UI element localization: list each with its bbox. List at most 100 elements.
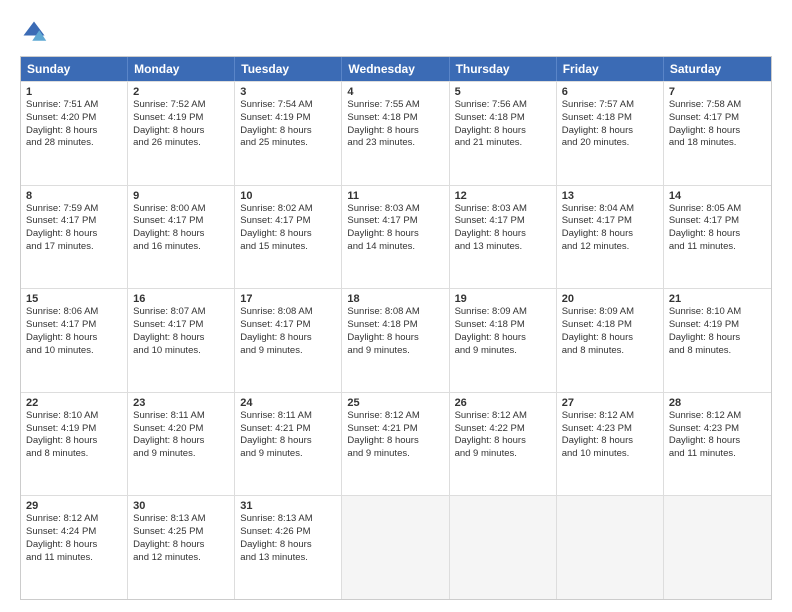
cell-line: and 9 minutes. [347, 345, 443, 358]
cell-line: Daylight: 8 hours [562, 435, 658, 448]
calendar-cell: 23Sunrise: 8:11 AMSunset: 4:20 PMDayligh… [128, 393, 235, 496]
day-number: 25 [347, 397, 443, 409]
calendar-cell: 28Sunrise: 8:12 AMSunset: 4:23 PMDayligh… [664, 393, 771, 496]
calendar-cell: 29Sunrise: 8:12 AMSunset: 4:24 PMDayligh… [21, 496, 128, 599]
cell-line: Daylight: 8 hours [26, 125, 122, 138]
calendar-header-cell: Monday [128, 57, 235, 81]
calendar-cell: 18Sunrise: 8:08 AMSunset: 4:18 PMDayligh… [342, 289, 449, 392]
cell-line: Sunset: 4:17 PM [562, 215, 658, 228]
cell-line: Sunset: 4:17 PM [133, 319, 229, 332]
calendar-cell: 17Sunrise: 8:08 AMSunset: 4:17 PMDayligh… [235, 289, 342, 392]
cell-line: Daylight: 8 hours [26, 228, 122, 241]
cell-line: Sunset: 4:17 PM [455, 215, 551, 228]
calendar-cell: 10Sunrise: 8:02 AMSunset: 4:17 PMDayligh… [235, 186, 342, 289]
cell-line: Daylight: 8 hours [455, 125, 551, 138]
cell-line: and 9 minutes. [240, 448, 336, 461]
calendar-row: 1Sunrise: 7:51 AMSunset: 4:20 PMDaylight… [21, 81, 771, 185]
calendar-header-cell: Saturday [664, 57, 771, 81]
cell-line: Sunrise: 8:12 AM [669, 410, 766, 423]
cell-line: Daylight: 8 hours [26, 539, 122, 552]
day-number: 23 [133, 397, 229, 409]
cell-line: Sunrise: 8:12 AM [455, 410, 551, 423]
cell-line: Daylight: 8 hours [347, 435, 443, 448]
cell-line: Daylight: 8 hours [240, 435, 336, 448]
cell-line: Daylight: 8 hours [562, 125, 658, 138]
cell-line: Sunset: 4:18 PM [562, 112, 658, 125]
cell-line: and 21 minutes. [455, 137, 551, 150]
cell-line: and 8 minutes. [669, 345, 766, 358]
calendar-cell [342, 496, 449, 599]
day-number: 24 [240, 397, 336, 409]
calendar-cell: 8Sunrise: 7:59 AMSunset: 4:17 PMDaylight… [21, 186, 128, 289]
cell-line: and 13 minutes. [240, 552, 336, 565]
cell-line: and 11 minutes. [669, 448, 766, 461]
calendar-cell: 9Sunrise: 8:00 AMSunset: 4:17 PMDaylight… [128, 186, 235, 289]
cell-line: and 10 minutes. [133, 345, 229, 358]
cell-line: Daylight: 8 hours [133, 332, 229, 345]
cell-line: Sunrise: 7:59 AM [26, 203, 122, 216]
cell-line: Sunrise: 8:02 AM [240, 203, 336, 216]
day-number: 14 [669, 190, 766, 202]
cell-line: Sunset: 4:24 PM [26, 526, 122, 539]
cell-line: and 13 minutes. [455, 241, 551, 254]
cell-line: and 23 minutes. [347, 137, 443, 150]
cell-line: Daylight: 8 hours [26, 332, 122, 345]
cell-line: and 11 minutes. [669, 241, 766, 254]
cell-line: Sunset: 4:17 PM [133, 215, 229, 228]
cell-line: and 10 minutes. [562, 448, 658, 461]
calendar: SundayMondayTuesdayWednesdayThursdayFrid… [20, 56, 772, 600]
cell-line: Sunset: 4:20 PM [26, 112, 122, 125]
cell-line: Daylight: 8 hours [26, 435, 122, 448]
cell-line: Daylight: 8 hours [669, 125, 766, 138]
cell-line: Sunset: 4:18 PM [455, 112, 551, 125]
day-number: 13 [562, 190, 658, 202]
day-number: 18 [347, 293, 443, 305]
calendar-cell: 25Sunrise: 8:12 AMSunset: 4:21 PMDayligh… [342, 393, 449, 496]
cell-line: Sunset: 4:21 PM [240, 423, 336, 436]
header [20, 18, 772, 46]
calendar-header-cell: Tuesday [235, 57, 342, 81]
calendar-cell [557, 496, 664, 599]
cell-line: and 12 minutes. [562, 241, 658, 254]
cell-line: Sunset: 4:19 PM [133, 112, 229, 125]
cell-line: Sunrise: 7:57 AM [562, 99, 658, 112]
calendar-header-cell: Sunday [21, 57, 128, 81]
calendar-cell: 19Sunrise: 8:09 AMSunset: 4:18 PMDayligh… [450, 289, 557, 392]
cell-line: and 26 minutes. [133, 137, 229, 150]
cell-line: Daylight: 8 hours [133, 539, 229, 552]
cell-line: Daylight: 8 hours [347, 125, 443, 138]
cell-line: Sunset: 4:20 PM [133, 423, 229, 436]
cell-line: Sunset: 4:21 PM [347, 423, 443, 436]
day-number: 21 [669, 293, 766, 305]
calendar-header: SundayMondayTuesdayWednesdayThursdayFrid… [21, 57, 771, 81]
cell-line: Sunrise: 8:04 AM [562, 203, 658, 216]
day-number: 17 [240, 293, 336, 305]
day-number: 15 [26, 293, 122, 305]
cell-line: and 20 minutes. [562, 137, 658, 150]
cell-line: Sunrise: 8:07 AM [133, 306, 229, 319]
cell-line: Sunset: 4:19 PM [669, 319, 766, 332]
day-number: 20 [562, 293, 658, 305]
calendar-cell: 15Sunrise: 8:06 AMSunset: 4:17 PMDayligh… [21, 289, 128, 392]
cell-line: Sunrise: 8:12 AM [347, 410, 443, 423]
cell-line: Daylight: 8 hours [347, 332, 443, 345]
calendar-cell: 22Sunrise: 8:10 AMSunset: 4:19 PMDayligh… [21, 393, 128, 496]
day-number: 26 [455, 397, 551, 409]
day-number: 7 [669, 86, 766, 98]
cell-line: Sunset: 4:17 PM [669, 215, 766, 228]
cell-line: Sunset: 4:23 PM [669, 423, 766, 436]
cell-line: Sunrise: 7:55 AM [347, 99, 443, 112]
cell-line: Sunrise: 8:13 AM [133, 513, 229, 526]
cell-line: Sunrise: 7:58 AM [669, 99, 766, 112]
cell-line: and 14 minutes. [347, 241, 443, 254]
day-number: 29 [26, 500, 122, 512]
cell-line: Daylight: 8 hours [669, 332, 766, 345]
cell-line: Daylight: 8 hours [455, 332, 551, 345]
cell-line: Sunset: 4:25 PM [133, 526, 229, 539]
cell-line: Sunrise: 8:09 AM [455, 306, 551, 319]
cell-line: Sunset: 4:17 PM [669, 112, 766, 125]
cell-line: Sunrise: 8:06 AM [26, 306, 122, 319]
cell-line: Sunset: 4:17 PM [26, 319, 122, 332]
calendar-cell: 1Sunrise: 7:51 AMSunset: 4:20 PMDaylight… [21, 82, 128, 185]
cell-line: and 25 minutes. [240, 137, 336, 150]
